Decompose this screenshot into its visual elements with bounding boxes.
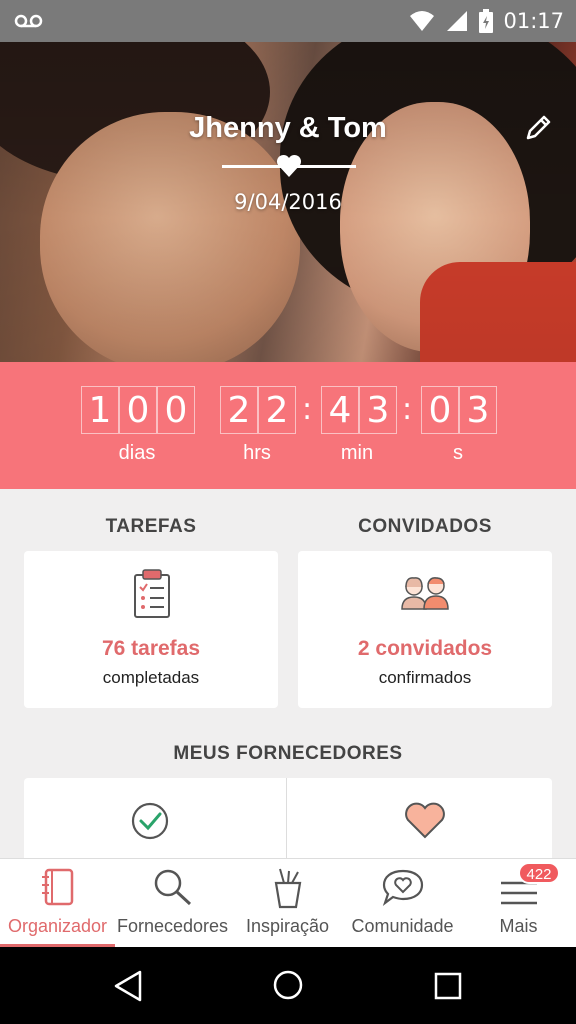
bottom-navigation: Organizador Fornecedores Inspiração Comu… (0, 858, 576, 948)
days-digit: 0 (157, 386, 195, 434)
notification-badge: 422 (518, 862, 560, 884)
nav-fornecedores[interactable]: Fornecedores (115, 859, 230, 948)
suppliers-title: MEUS FORNECEDORES (173, 743, 403, 764)
seconds-digit: 0 (421, 386, 459, 434)
nav-inspiracao[interactable]: Inspiração (230, 859, 345, 948)
days-digit: 1 (81, 386, 119, 434)
nav-label: Organizador (7, 916, 108, 936)
minutes-digit: 3 (359, 386, 397, 434)
colon-separator: : (302, 392, 313, 427)
hours-digit: 2 (258, 386, 296, 434)
battery-icon (479, 9, 494, 33)
tasks-count: 76 tarefas (101, 637, 201, 660)
nav-label: Inspiração (245, 916, 330, 936)
tasks-title: TAREFAS (105, 516, 197, 537)
minutes-digit: 4 (321, 386, 359, 434)
brush-cup-icon (274, 868, 301, 909)
signal-icon (447, 11, 468, 31)
clock: 01:17 (503, 9, 564, 33)
heart-icon[interactable] (404, 802, 446, 840)
tasks-status: completadas (102, 668, 200, 687)
countdown-bar: 1 0 0 2 2 : 4 3 : 0 3 dias hrs min s (0, 362, 576, 489)
suppliers-card[interactable] (24, 778, 552, 868)
seconds-label: s (453, 442, 463, 464)
guests-title: CONVIDADOS (358, 516, 492, 537)
couple-photo-header: Jhenny & Tom 9/04/2016 (0, 42, 576, 362)
notebook-icon (41, 868, 73, 906)
couple-icon (401, 577, 449, 610)
wedding-date: 9/04/2016 (234, 190, 342, 214)
hours-digit: 2 (220, 386, 258, 434)
search-icon (154, 869, 191, 906)
guests-status: confirmados (378, 668, 472, 687)
days-digit: 0 (119, 386, 157, 434)
days-label: dias (118, 442, 156, 464)
tasks-card[interactable]: 76 tarefas completadas (24, 551, 278, 708)
system-navigation-bar (0, 947, 576, 1024)
clipboard-icon (134, 569, 170, 618)
nav-label: Fornecedores (116, 916, 229, 936)
recents-icon[interactable] (433, 971, 463, 1001)
card-divider (286, 778, 287, 868)
couple-names: Jhenny & Tom (189, 112, 387, 144)
voicemail-icon (14, 14, 43, 28)
chat-heart-icon (382, 869, 423, 906)
nav-label: Mais (499, 916, 538, 936)
heart-icon (276, 154, 302, 177)
home-icon[interactable] (272, 969, 304, 1001)
check-circle-icon[interactable] (130, 801, 170, 841)
nav-label: Comunidade (351, 916, 454, 936)
nav-comunidade[interactable]: Comunidade (345, 859, 460, 948)
nav-organizador[interactable]: Organizador (0, 859, 115, 948)
guests-card[interactable]: 2 convidados confirmados (298, 551, 552, 708)
pencil-icon[interactable] (522, 112, 554, 144)
seconds-digit: 3 (459, 386, 497, 434)
wifi-icon (410, 11, 435, 31)
colon-separator: : (402, 392, 413, 427)
guests-count: 2 convidados (357, 637, 493, 660)
back-icon[interactable] (112, 969, 144, 1003)
status-bar: 01:17 (0, 0, 576, 42)
